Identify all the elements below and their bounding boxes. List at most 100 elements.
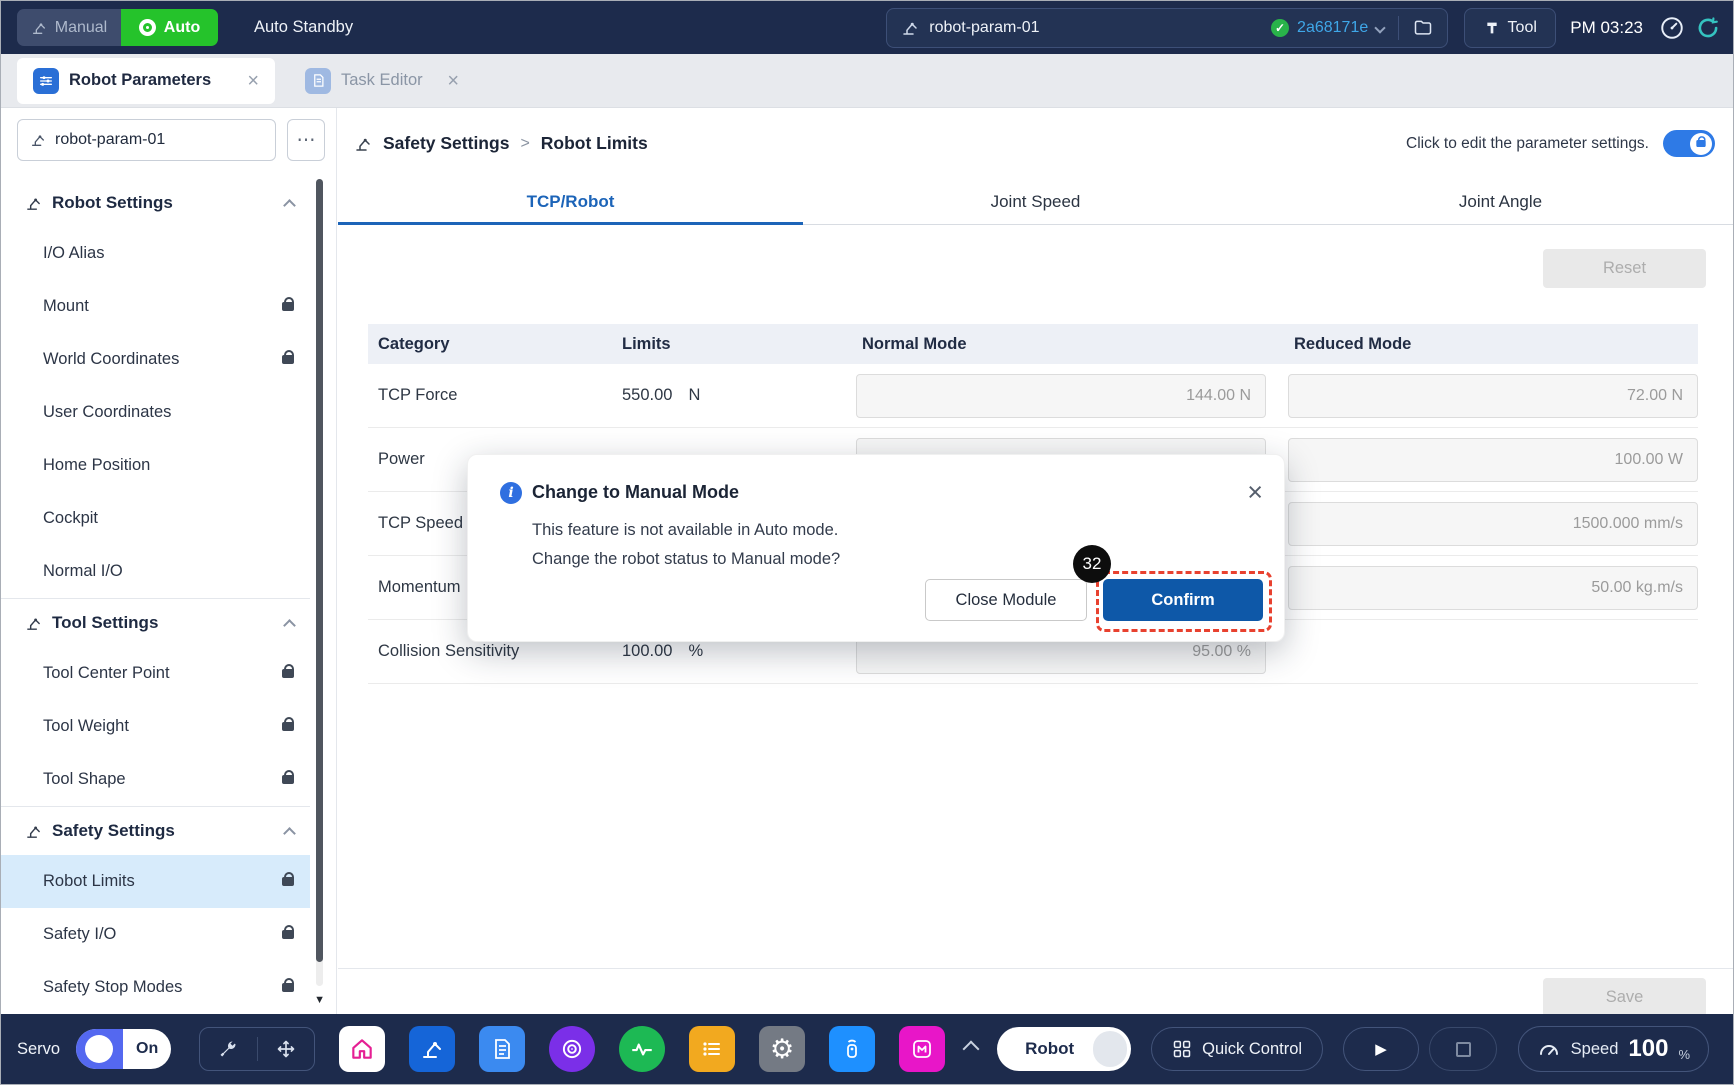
reduced-mode-input[interactable]: [1288, 374, 1698, 418]
table-row-tcp-force: TCP Force 550.00N: [368, 364, 1698, 428]
app-window: Manual Auto Auto Standby robot-param-01 …: [0, 0, 1734, 1085]
sidebar-item-io-alias[interactable]: I/O Alias: [1, 227, 310, 280]
lock-icon: [282, 355, 294, 364]
lock-icon: [282, 983, 294, 992]
scroll-down-icon[interactable]: ▼: [314, 994, 325, 1006]
servo-state: On: [123, 1029, 171, 1069]
sidebar: robot-param-01 ⋯ Robot Settings I/O Alia…: [1, 108, 337, 1014]
section-safety-settings[interactable]: Safety Settings: [1, 807, 310, 855]
folder-icon[interactable]: [1413, 18, 1433, 38]
version-group[interactable]: ✓ 2a68171e: [1271, 19, 1384, 37]
confirm-button[interactable]: Confirm: [1103, 579, 1263, 621]
section-robot-settings[interactable]: Robot Settings: [1, 179, 310, 227]
gauge-icon[interactable]: [1659, 15, 1685, 41]
breadcrumb-current: Robot Limits: [541, 133, 648, 154]
section-title: Robot Settings: [52, 193, 173, 213]
lock-icon: [282, 775, 294, 784]
stop-button[interactable]: [1429, 1027, 1497, 1071]
gear-icon: ⚙: [770, 1034, 794, 1065]
section-tool-settings[interactable]: Tool Settings: [1, 599, 310, 647]
jog-move-icon[interactable]: [276, 1039, 296, 1059]
remote-pendant-app-icon[interactable]: [829, 1026, 875, 1072]
wrench-icon[interactable]: [218, 1039, 238, 1059]
sidebar-scrollbar[interactable]: [316, 179, 323, 986]
chevron-up-icon: [283, 827, 296, 840]
reset-button[interactable]: Reset: [1543, 249, 1706, 288]
task-document-app-icon[interactable]: [479, 1026, 525, 1072]
home-app-icon[interactable]: [339, 1026, 385, 1072]
header-category: Category: [368, 335, 611, 354]
breadcrumb: Safety Settings > Robot Limits: [354, 133, 648, 154]
save-button[interactable]: Save: [1543, 978, 1706, 1017]
reduced-mode-input[interactable]: [1288, 502, 1698, 546]
monitor-pulse-app-icon[interactable]: [619, 1026, 665, 1072]
tab-label: Task Editor: [341, 71, 423, 90]
robot-mode-pill[interactable]: Robot: [997, 1027, 1131, 1071]
section-title: Safety Settings: [52, 821, 175, 841]
item-label: Cockpit: [43, 509, 98, 528]
dock-expand-chevron-icon[interactable]: [963, 1041, 980, 1058]
commit-id: 2a68171e: [1297, 19, 1368, 37]
tab-task-editor[interactable]: Task Editor ×: [289, 58, 475, 104]
speed-control[interactable]: Speed 100 %: [1518, 1026, 1709, 1072]
module-m-app-icon[interactable]: [899, 1026, 945, 1072]
log-list-app-icon[interactable]: [689, 1026, 735, 1072]
close-tab-icon[interactable]: ×: [247, 71, 259, 91]
clock: PM 03:23: [1570, 18, 1643, 38]
lock-icon: [282, 877, 294, 886]
toggle-knob: [1690, 133, 1712, 155]
settings-gear-app-icon[interactable]: ⚙: [759, 1026, 805, 1072]
breadcrumb-separator: >: [520, 135, 529, 153]
limit-value: 550.00: [622, 386, 672, 405]
tab-joint-angle[interactable]: Joint Angle: [1268, 179, 1733, 224]
tab-tcp-robot[interactable]: TCP/Robot: [338, 179, 803, 224]
top-bar: Manual Auto Auto Standby robot-param-01 …: [1, 1, 1733, 54]
breadcrumb-parent[interactable]: Safety Settings: [383, 133, 509, 154]
tab-robot-parameters[interactable]: Robot Parameters ×: [17, 58, 275, 104]
robot-app-icon[interactable]: [409, 1026, 455, 1072]
sidebar-item-home-position[interactable]: Home Position: [1, 439, 310, 492]
sidebar-item-robot-limits[interactable]: Robot Limits: [1, 855, 310, 908]
sidebar-item-safety-io[interactable]: Safety I/O: [1, 908, 310, 961]
sidebar-item-tool-weight[interactable]: Tool Weight: [1, 700, 310, 753]
more-options-button[interactable]: ⋯: [287, 119, 325, 161]
edit-mode-toggle[interactable]: [1663, 130, 1715, 157]
close-module-button[interactable]: Close Module: [925, 579, 1087, 621]
chevron-up-icon: [283, 199, 296, 212]
chevron-up-icon: [283, 619, 296, 632]
sidebar-item-tool-shape[interactable]: Tool Shape: [1, 753, 310, 806]
sync-icon[interactable]: [1695, 15, 1721, 41]
robot-arm-icon: [25, 823, 42, 840]
stop-icon: [1456, 1042, 1471, 1057]
auto-mode-button[interactable]: Auto: [121, 9, 218, 46]
section-title: Tool Settings: [52, 613, 158, 633]
servo-toggle[interactable]: On: [76, 1029, 171, 1069]
close-tab-icon[interactable]: ×: [447, 71, 459, 91]
sidebar-item-safety-stop-modes[interactable]: Safety Stop Modes: [1, 961, 310, 1014]
tab-joint-speed[interactable]: Joint Speed: [803, 179, 1268, 224]
robot-arm-icon: [25, 195, 42, 212]
close-dialog-icon[interactable]: ×: [1247, 479, 1263, 506]
robot-selector[interactable]: robot-param-01 ✓ 2a68171e: [886, 8, 1448, 48]
sidebar-item-tool-center-point[interactable]: Tool Center Point: [1, 647, 310, 700]
sidebar-item-cockpit[interactable]: Cockpit: [1, 492, 310, 545]
manual-mode-button[interactable]: Manual: [17, 9, 121, 46]
sidebar-item-mount[interactable]: Mount: [1, 280, 310, 333]
target-app-icon[interactable]: [549, 1026, 595, 1072]
scrollbar-thumb[interactable]: [316, 179, 323, 962]
sidebar-item-user-coordinates[interactable]: User Coordinates: [1, 386, 310, 439]
sidebar-item-world-coordinates[interactable]: World Coordinates: [1, 333, 310, 386]
robot-name: robot-param-01: [929, 19, 1039, 37]
normal-mode-input[interactable]: [856, 374, 1266, 418]
tool-button[interactable]: Tool: [1464, 8, 1556, 48]
param-name-field[interactable]: robot-param-01: [17, 119, 276, 161]
item-label: Normal I/O: [43, 562, 123, 581]
sidebar-item-normal-io[interactable]: Normal I/O: [1, 545, 310, 598]
quick-control-button[interactable]: Quick Control: [1151, 1027, 1323, 1071]
tool-label: Tool: [1508, 19, 1537, 37]
reduced-mode-input[interactable]: [1288, 566, 1698, 610]
play-button[interactable]: ▶: [1343, 1027, 1419, 1071]
header-limits: Limits: [611, 335, 856, 354]
reduced-mode-input[interactable]: [1288, 438, 1698, 482]
reset-row: Reset: [338, 249, 1706, 288]
